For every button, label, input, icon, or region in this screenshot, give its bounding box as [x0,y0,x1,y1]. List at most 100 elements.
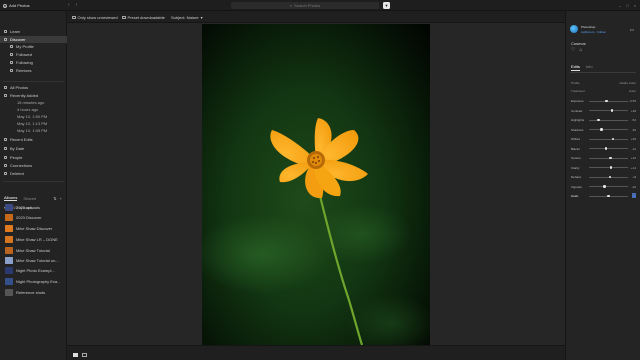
more-options-icon[interactable]: ••• [630,27,634,32]
sidebar-item-recent[interactable]: 16 minutes ago [0,99,67,106]
author-name[interactable]: Photoshop [581,25,606,29]
panel-tabs: Edits Info [571,64,593,71]
adjustment-row-shadows[interactable]: Shadows -36 [571,128,636,134]
album-tools: ⇅ + [53,196,62,201]
filter-icon[interactable]: ▼ [383,2,390,9]
slider-handle[interactable] [609,166,613,169]
sidebar-item-label: My Profile [16,44,34,49]
search-input[interactable]: ⌕ Search Photos [231,2,379,9]
slider-handle[interactable] [610,109,614,112]
selection-swatch[interactable] [632,193,636,198]
adjustment-row-contrast[interactable]: Contrast +18 [571,109,636,115]
slider-track[interactable] [589,137,628,140]
subject-dropdown[interactable]: Subject: Nature ▾ [171,15,203,20]
adjustment-row-dehaze[interactable]: Dehaze +8 [571,175,636,181]
slider-track[interactable] [589,175,628,178]
sidebar-item-recently-added[interactable]: Recently Added [0,92,67,99]
album-item[interactable]: Reference shots [0,288,67,297]
slider-handle[interactable] [603,185,606,188]
sort-icon[interactable]: ⇅ [53,196,56,201]
adjustment-row-exposure[interactable]: Exposure -0.55 [571,99,636,105]
album-thumbnail [5,214,13,221]
album-item[interactable]: Night Photo Exampl... [0,266,67,275]
photo-preview[interactable] [202,24,430,345]
album-item[interactable]: Mike Shaw Tutorial on... [0,256,67,265]
preset-downloadable-checkbox[interactable]: Preset downloadable [122,15,165,20]
adjustment-row-vignette[interactable]: Vignette -20 [571,185,636,191]
sidebar-item-recent[interactable]: 4 hours ago [0,106,67,113]
sidebar-item-recent[interactable]: May 10, 1:13 PM [0,120,67,127]
adjustment-row-texture[interactable]: Texture +10 [571,156,636,162]
subject-dropdown-label: Subject: Nature [171,15,199,20]
slider-handle[interactable] [604,147,608,150]
sidebar-item-by-date[interactable]: By Date [0,145,67,152]
slider-handle[interactable] [605,99,608,102]
sidebar-item-label: Recently Added [10,93,39,98]
slider-handle[interactable] [609,156,612,159]
sidebar-item-recent-edits[interactable]: Recent Edits [0,136,67,143]
slider-handle[interactable] [611,137,615,140]
slider-handle[interactable] [600,128,603,131]
back-arrow-icon[interactable]: ‹ [68,3,70,8]
slider-handle[interactable] [597,118,600,121]
slider-track[interactable] [589,147,628,150]
sidebar-item-learn[interactable]: Learn [0,28,67,35]
album-item[interactable]: Mike Shaw Discover [0,224,67,233]
slider-handle[interactable] [608,175,612,178]
album-item[interactable]: Night Photography Exa... [0,277,67,286]
forward-arrow-icon[interactable]: › [76,3,78,8]
minimize-icon[interactable]: – [619,3,621,8]
heart-icon[interactable]: ♡ [571,48,575,53]
adjustment-label: Exposure [571,99,584,103]
slider-track[interactable] [589,118,628,121]
adjustment-row-grain[interactable]: Grain [571,193,636,200]
chevron-down-icon: ▾ [200,15,203,20]
single-view-icon[interactable] [73,353,78,357]
bookmark-icon[interactable]: ⌂ [579,48,582,53]
grid-view-icon[interactable] [82,353,87,357]
adjustment-row-clarity[interactable]: Clarity +14 [571,166,636,172]
sidebar-item-recent[interactable]: May 10, 1:50 PM [0,113,67,120]
tab-albums[interactable]: Albums [4,195,18,201]
add-album-icon[interactable]: + [60,196,62,201]
only-unreviewed-checkbox[interactable]: Only show unreviewed [72,15,118,20]
sidebar-item-all-photos[interactable]: All Photos [0,84,67,91]
sidebar-item-my-profile[interactable]: My Profile [0,43,67,50]
sidebar-item-remixes[interactable]: Remixes [0,67,67,74]
slider-track[interactable] [589,109,628,112]
sidebar-item-label: Following [16,60,33,65]
album-item[interactable]: 2023 Discover [0,213,67,222]
slider-handle[interactable] [607,194,610,197]
tab-shared[interactable]: Shared [23,196,36,201]
tab-edits[interactable]: Edits [571,64,580,71]
sidebar-item-people[interactable]: People [0,154,67,161]
album-item[interactable]: Mike Shaw LR – DONE [0,235,67,244]
slider-track[interactable] [589,185,628,188]
sidebar-item-connections[interactable]: Connections [0,162,67,169]
adjustment-label: Clarity [571,165,580,170]
close-icon[interactable]: × [634,3,636,8]
sidebar-item-discover[interactable]: Discover [0,36,67,43]
tab-info[interactable]: Info [586,64,593,71]
avatar[interactable] [570,25,578,34]
meta-key: Profile [571,81,580,85]
album-item[interactable]: 2023 uploads [0,203,67,212]
add-photos-button[interactable]: + Add Photos [3,3,30,8]
sidebar-item-following[interactable]: Following [0,59,67,66]
slider-track[interactable] [589,128,628,131]
maximize-icon[interactable]: □ [626,3,628,8]
adjustment-row-blacks[interactable]: Blacks -12 [571,147,636,153]
sidebar-item-recent[interactable]: May 10, 1:05 PM [0,127,67,134]
slider-track[interactable] [589,194,628,197]
album-label: Night Photo Exampl... [16,268,55,273]
sidebar-item-deleted[interactable]: Deleted [0,170,67,177]
sidebar-item-followed[interactable]: Followed [0,51,67,58]
slider-track[interactable] [589,156,628,159]
adjustment-row-whites[interactable]: Whites +25 [571,137,636,143]
album-item[interactable]: Mike Shaw Tutorial [0,246,67,255]
follow-link[interactable]: Lightroom · Follow [581,30,606,34]
adjustment-row-highlights[interactable]: Highlights -52 [571,118,636,124]
slider-track[interactable] [589,99,628,102]
slider-track[interactable] [589,166,628,169]
edit-icon [4,138,7,141]
